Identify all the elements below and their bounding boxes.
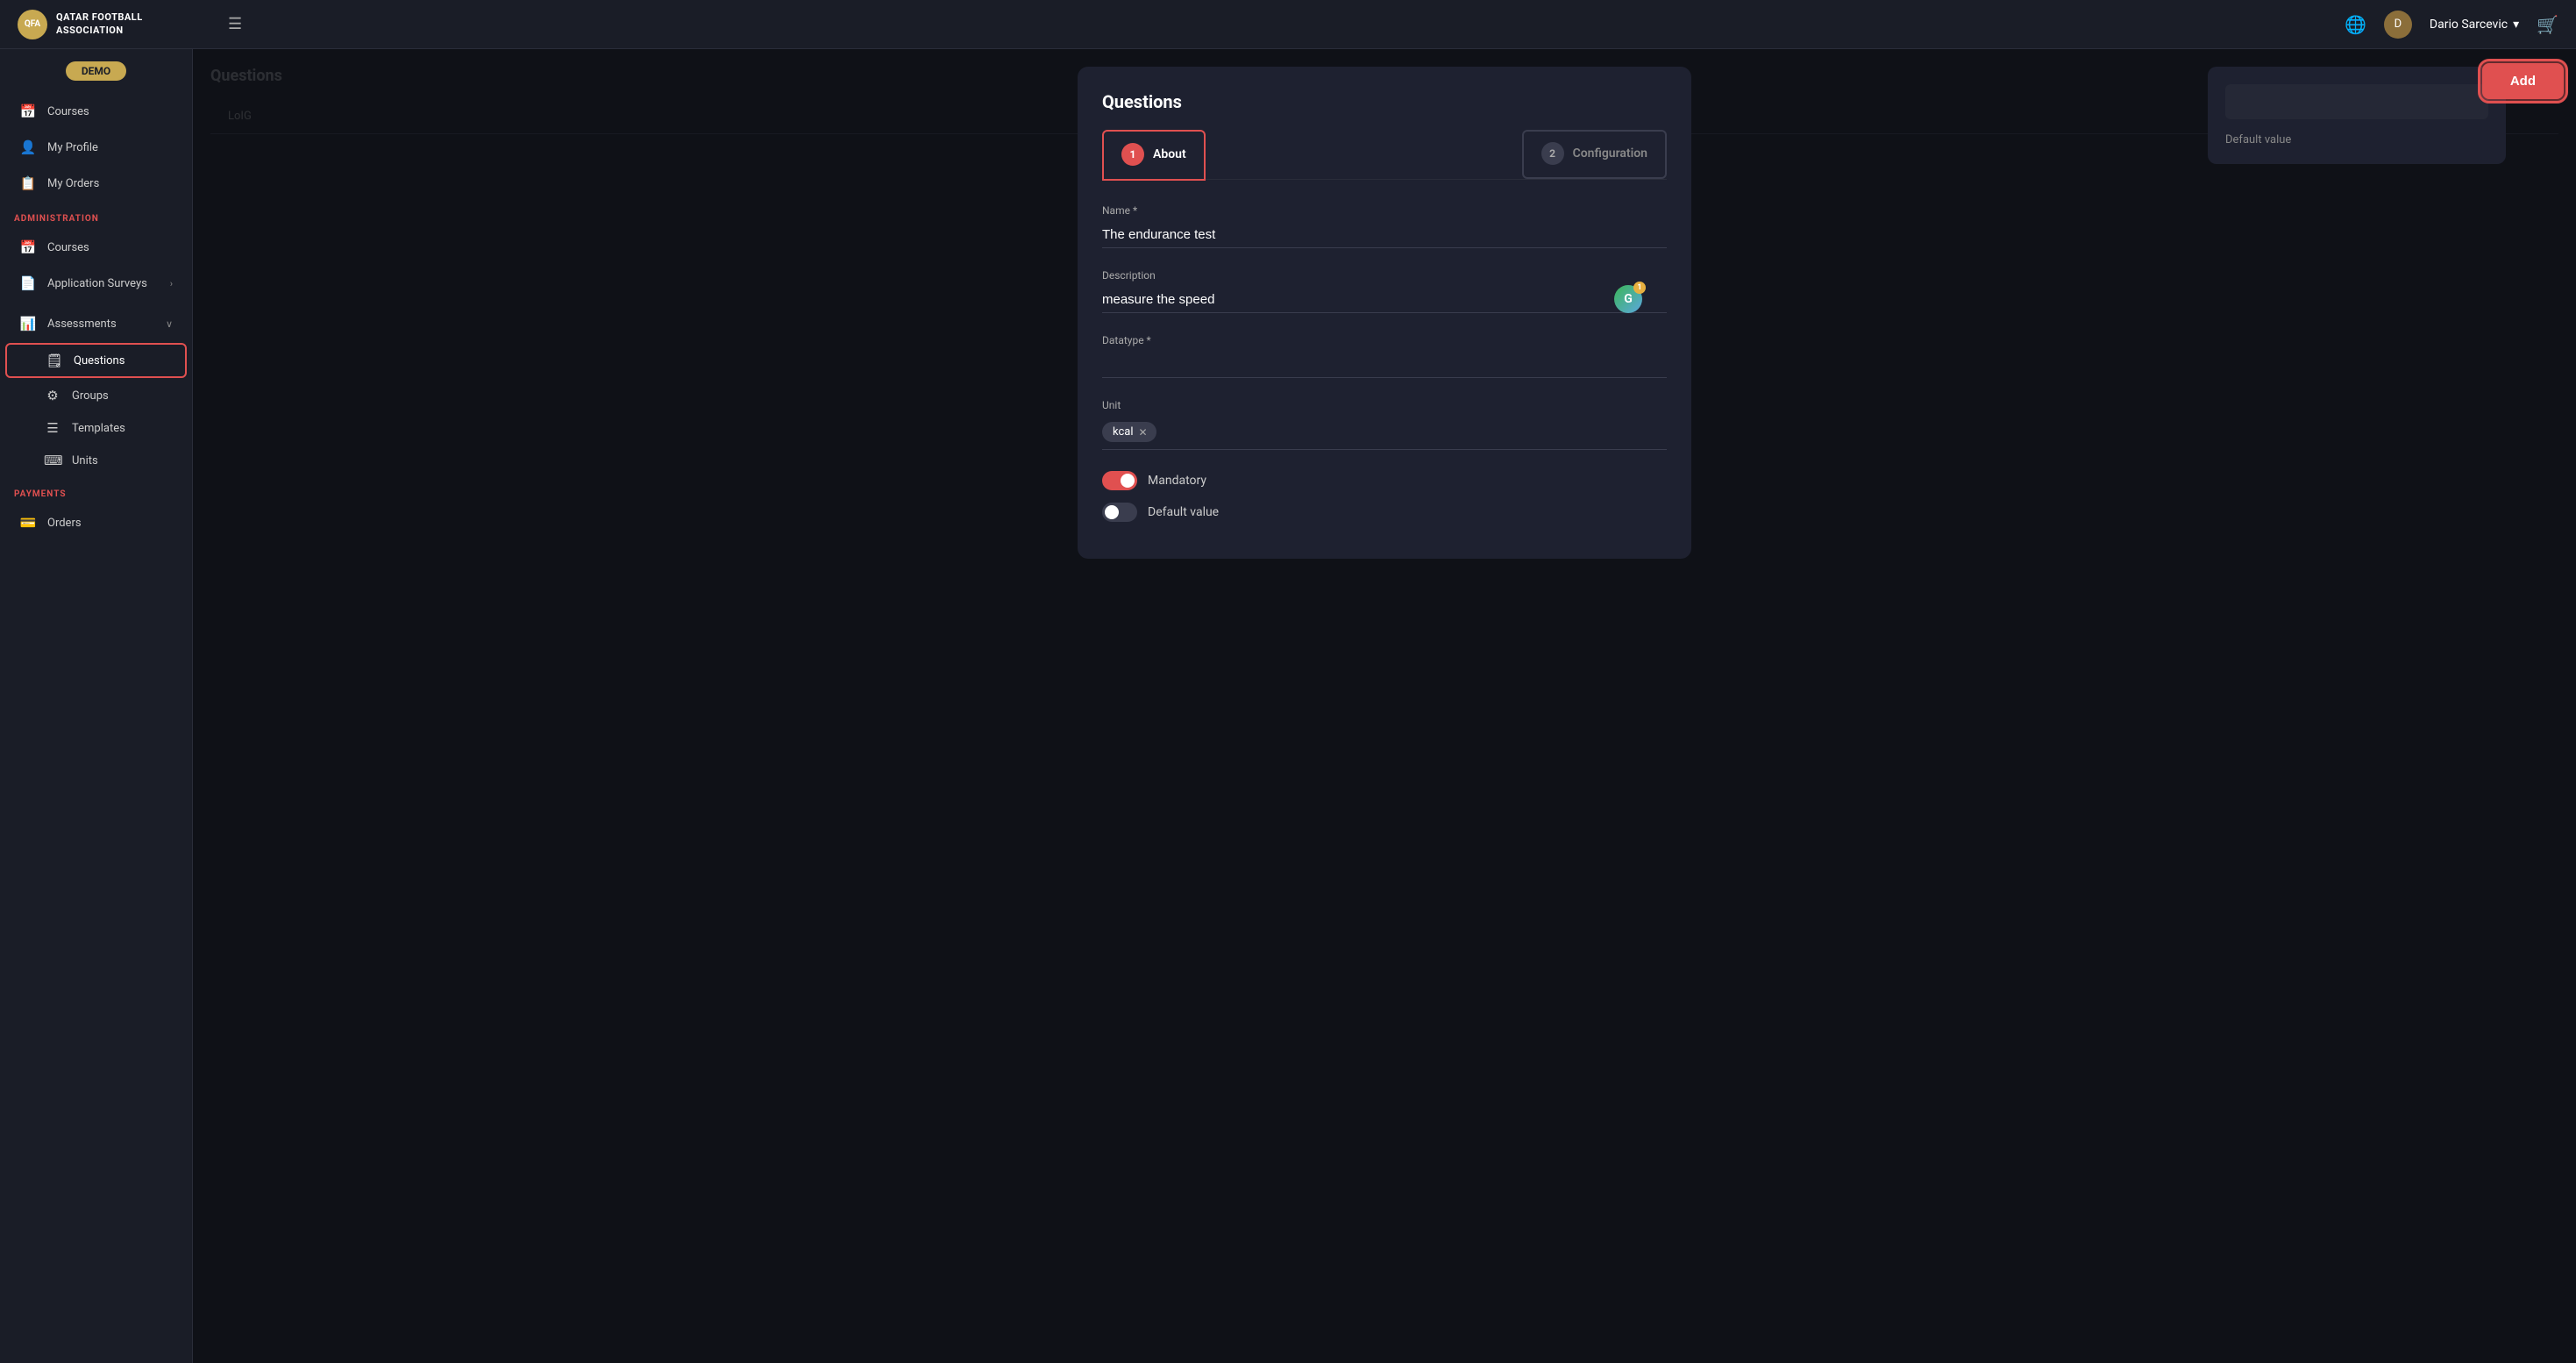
name-label: Name * [1102, 204, 1667, 217]
default-value-toggle-row: Default value [1102, 503, 1667, 522]
datatype-input[interactable] [1102, 352, 1667, 378]
main-content: Questions LoIG integer Questions 1 About… [193, 49, 2576, 1363]
sidebar-label-groups: Groups [72, 389, 109, 403]
right-panel: Default value [2208, 67, 2506, 164]
step-label-about: About [1153, 147, 1186, 161]
assessments-icon: 📊 [19, 316, 37, 332]
grammarly-badge: G 1 [1614, 285, 1642, 313]
sidebar-item-units[interactable]: ⌨ Units [5, 445, 187, 476]
modal-overlay: Questions 1 About 2 Configuration Name [193, 49, 2576, 1363]
name-input[interactable] [1102, 222, 1667, 248]
mandatory-knob [1121, 474, 1135, 488]
datatype-label: Datatype * [1102, 334, 1667, 346]
unit-tag-label: kcal [1113, 425, 1134, 439]
tab-about[interactable]: 1 About [1102, 130, 1206, 181]
brand-logo-text: QFA [25, 19, 40, 29]
sidebar-label-my-orders: My Orders [47, 177, 99, 190]
datatype-field-group: Datatype * [1102, 334, 1667, 378]
sidebar-label-questions: Questions [74, 354, 125, 368]
topnav-right: 🌐 D Dario Sarcevic ▾ 🛒 [2345, 11, 2558, 39]
cart-icon[interactable]: 🛒 [2537, 14, 2558, 35]
sidebar-item-groups[interactable]: ⚙ Groups [5, 380, 187, 411]
unit-tag[interactable]: kcal ✕ [1102, 422, 1156, 442]
topnav: QFA QATAR FOOTBALL ASSOCIATION ☰ 🌐 D Dar… [0, 0, 2576, 49]
sidebar-label-templates: Templates [72, 422, 125, 435]
sidebar-label-assessments: Assessments [47, 318, 117, 331]
application-surveys-arrow: › [170, 278, 173, 289]
datatype-label-text: Datatype * [1102, 334, 1151, 346]
demo-badge-container: DEMO [0, 49, 192, 93]
tab-configuration[interactable]: 2 Configuration [1522, 130, 1667, 179]
description-label-text: Description [1102, 269, 1156, 282]
groups-icon: ⚙ [44, 388, 61, 403]
step-number-1: 1 [1121, 143, 1144, 166]
layout: DEMO 📅 Courses 👤 My Profile 📋 My Orders … [0, 49, 2576, 1363]
default-value-knob [1105, 505, 1119, 519]
my-profile-icon: 👤 [19, 139, 37, 155]
templates-icon: ☰ [44, 420, 61, 436]
my-orders-icon: 📋 [19, 175, 37, 191]
sidebar-item-my-orders[interactable]: 📋 My Orders [5, 166, 187, 201]
sidebar-label-application-surveys: Application Surveys [47, 277, 147, 290]
user-name-label: Dario Sarcevic [2430, 18, 2508, 32]
admin-courses-icon: 📅 [19, 239, 37, 255]
add-button[interactable]: Add [2482, 63, 2564, 99]
mandatory-label: Mandatory [1148, 474, 1206, 488]
globe-icon[interactable]: 🌐 [2345, 14, 2366, 35]
sidebar-item-orders[interactable]: 💳 Orders [5, 505, 187, 540]
orders-icon: 💳 [19, 515, 37, 531]
grammarly-notification: 1 [1633, 282, 1646, 294]
mandatory-slider [1102, 471, 1137, 490]
payments-section-label: PAYMENTS [0, 477, 192, 504]
sidebar-label-my-profile: My Profile [47, 141, 98, 154]
sidebar-label-units: Units [72, 454, 98, 467]
sidebar-item-questions[interactable]: 🗒 Questions [5, 343, 187, 378]
user-avatar: D [2384, 11, 2412, 39]
default-value-label: Default value [1148, 505, 1219, 519]
unit-label-text: Unit [1102, 399, 1121, 411]
modal-card: Questions 1 About 2 Configuration Name [1078, 67, 1691, 559]
description-field-group: Description G 1 [1102, 269, 1667, 313]
brand-name: QATAR FOOTBALL ASSOCIATION [56, 11, 143, 37]
menu-icon[interactable]: ☰ [228, 15, 242, 33]
units-icon: ⌨ [44, 453, 61, 468]
brand: QFA QATAR FOOTBALL ASSOCIATION [18, 10, 210, 39]
unit-field-group: Unit kcal ✕ [1102, 399, 1667, 450]
unit-label: Unit [1102, 399, 1667, 411]
description-label: Description [1102, 269, 1667, 282]
admin-section-label: ADMINISTRATION [0, 202, 192, 229]
courses-icon: 📅 [19, 103, 37, 119]
sidebar-label-orders: Orders [47, 517, 82, 530]
sidebar-item-application-surveys[interactable]: 📄 Application Surveys › [5, 266, 187, 301]
step-number-2: 2 [1541, 142, 1564, 165]
sidebar-item-my-profile[interactable]: 👤 My Profile [5, 130, 187, 165]
default-value-slider [1102, 503, 1137, 522]
mandatory-toggle-row: Mandatory [1102, 471, 1667, 490]
mandatory-toggle[interactable] [1102, 471, 1137, 490]
sidebar-label-admin-courses: Courses [47, 241, 89, 254]
questions-icon: 🗒 [46, 353, 63, 368]
step-tabs: 1 About 2 Configuration [1102, 130, 1667, 180]
unit-tag-close-button[interactable]: ✕ [1139, 426, 1148, 439]
sidebar-item-admin-courses[interactable]: 📅 Courses [5, 230, 187, 265]
default-value-toggle[interactable] [1102, 503, 1137, 522]
sidebar-item-courses-top[interactable]: 📅 Courses [5, 94, 187, 129]
name-label-text: Name * [1102, 204, 1137, 217]
user-chevron-icon: ▾ [2513, 18, 2519, 32]
modal-title: Questions [1102, 91, 1667, 112]
right-panel-default-label: Default value [2225, 133, 2488, 146]
sidebar-item-assessments[interactable]: 📊 Assessments ∨ [5, 306, 187, 341]
right-panel-input[interactable] [2225, 84, 2488, 119]
step-label-configuration: Configuration [1573, 146, 1647, 161]
sidebar: DEMO 📅 Courses 👤 My Profile 📋 My Orders … [0, 49, 193, 1363]
description-input[interactable] [1102, 287, 1667, 313]
sidebar-label-courses-top: Courses [47, 105, 89, 118]
brand-logo: QFA [18, 10, 47, 39]
sidebar-item-templates[interactable]: ☰ Templates [5, 412, 187, 444]
name-field-group: Name * [1102, 204, 1667, 248]
user-name-button[interactable]: Dario Sarcevic ▾ [2430, 18, 2519, 32]
demo-badge: DEMO [66, 61, 126, 81]
assessments-arrow: ∨ [166, 318, 173, 330]
application-surveys-icon: 📄 [19, 275, 37, 291]
